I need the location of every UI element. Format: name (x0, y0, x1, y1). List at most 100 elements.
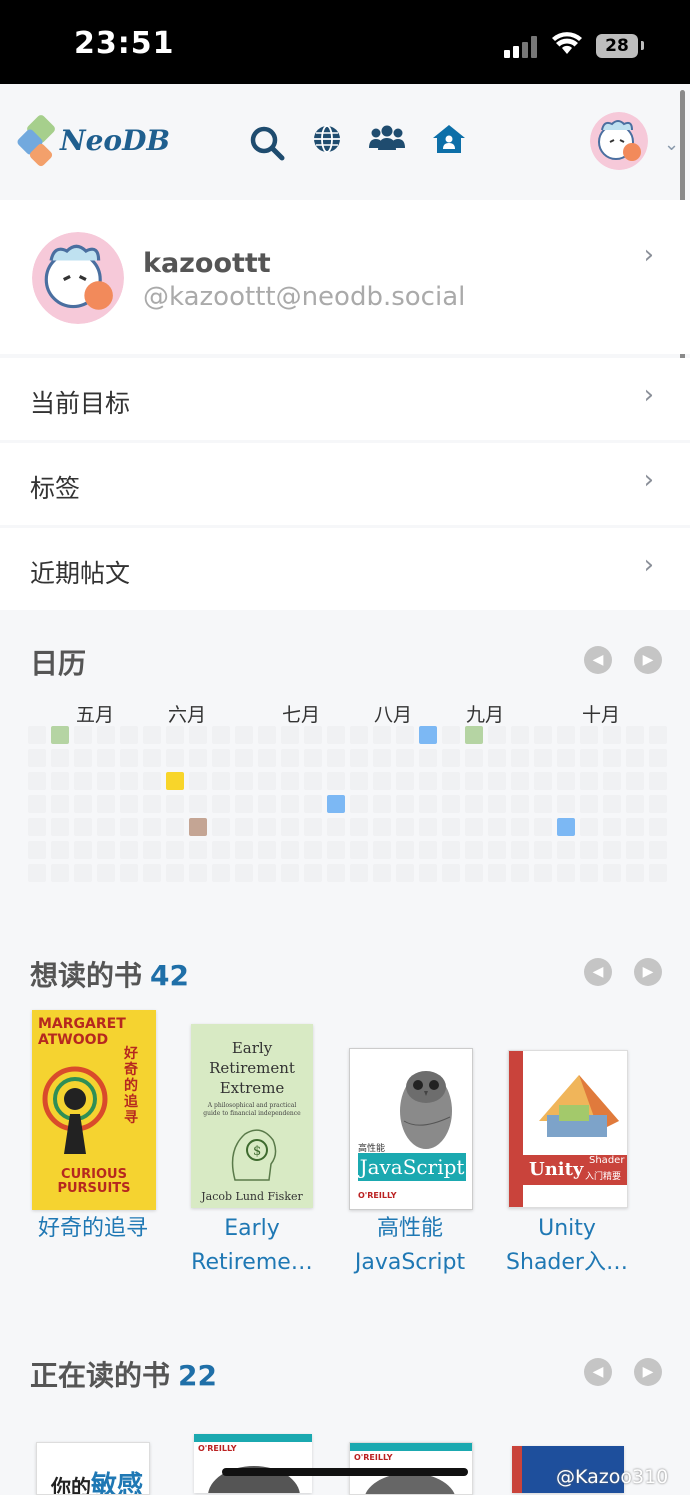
calendar-day-cell[interactable] (304, 864, 322, 882)
calendar-day-cell[interactable] (603, 864, 621, 882)
calendar-day-cell[interactable] (258, 749, 276, 767)
calendar-day-cell[interactable] (511, 749, 529, 767)
calendar-day-cell[interactable] (649, 749, 667, 767)
calendar-day-cell[interactable] (488, 818, 506, 836)
calendar-day-cell[interactable] (212, 818, 230, 836)
calendar-day-cell[interactable] (258, 772, 276, 790)
calendar-day-cell[interactable] (626, 726, 644, 744)
home-indicator[interactable] (222, 1468, 468, 1476)
calendar-day-cell[interactable] (488, 726, 506, 744)
calendar-day-cell[interactable] (258, 795, 276, 813)
calendar-day-cell[interactable] (212, 841, 230, 859)
calendar-day-cell[interactable] (511, 726, 529, 744)
calendar-day-cell[interactable] (28, 726, 46, 744)
calendar-day-cell[interactable] (649, 818, 667, 836)
calendar-day-cell[interactable] (143, 749, 161, 767)
calendar-day-cell[interactable] (350, 864, 368, 882)
calendar-day-cell[interactable] (626, 818, 644, 836)
calendar-day-cell[interactable] (442, 864, 460, 882)
want-to-read-prev-button[interactable]: ◀ (584, 958, 612, 986)
calendar-day-cell[interactable] (166, 818, 184, 836)
chevron-right-icon[interactable]: › (644, 240, 654, 270)
calendar-day-cell[interactable] (534, 749, 552, 767)
app-logo-text[interactable]: NeoDB (60, 124, 170, 157)
calendar-day-cell[interactable] (488, 841, 506, 859)
calendar-day-cell[interactable] (235, 795, 253, 813)
chevron-right-icon[interactable]: › (644, 465, 654, 495)
calendar-day-cell[interactable] (97, 772, 115, 790)
calendar-day-cell[interactable] (649, 726, 667, 744)
calendar-day-cell[interactable] (74, 864, 92, 882)
calendar-day-cell[interactable] (557, 818, 575, 836)
menu-item-tags[interactable]: 标签 › (0, 443, 690, 525)
calendar-day-cell[interactable] (189, 772, 207, 790)
calendar-day-cell[interactable] (626, 749, 644, 767)
calendar-day-cell[interactable] (212, 795, 230, 813)
calendar-day-cell[interactable] (350, 795, 368, 813)
calendar-day-cell[interactable] (28, 795, 46, 813)
calendar-day-cell[interactable] (235, 749, 253, 767)
calendar-day-cell[interactable] (51, 772, 69, 790)
calendar-day-cell[interactable] (396, 841, 414, 859)
calendar-day-cell[interactable] (350, 749, 368, 767)
calendar-day-cell[interactable] (235, 818, 253, 836)
calendar-day-cell[interactable] (442, 772, 460, 790)
calendar-day-cell[interactable] (143, 772, 161, 790)
reading-next-button[interactable]: ▶ (634, 1358, 662, 1386)
calendar-day-cell[interactable] (373, 772, 391, 790)
calendar-day-cell[interactable] (649, 772, 667, 790)
want-to-read-next-button[interactable]: ▶ (634, 958, 662, 986)
calendar-day-cell[interactable] (281, 795, 299, 813)
home-icon[interactable] (432, 124, 466, 154)
calendar-day-cell[interactable] (396, 864, 414, 882)
book-cover[interactable]: Unity Shader 入门精要 (508, 1050, 628, 1208)
calendar-day-cell[interactable] (580, 841, 598, 859)
calendar-day-cell[interactable] (534, 772, 552, 790)
calendar-day-cell[interactable] (649, 864, 667, 882)
book-title[interactable]: Early Retireme… (177, 1212, 327, 1280)
calendar-day-cell[interactable] (51, 749, 69, 767)
calendar-day-cell[interactable] (28, 749, 46, 767)
calendar-day-cell[interactable] (304, 772, 322, 790)
users-icon[interactable] (368, 124, 406, 154)
calendar-day-cell[interactable] (28, 772, 46, 790)
calendar-day-cell[interactable] (350, 772, 368, 790)
calendar-day-cell[interactable] (373, 841, 391, 859)
calendar-day-cell[interactable] (189, 749, 207, 767)
calendar-day-cell[interactable] (212, 726, 230, 744)
calendar-day-cell[interactable] (511, 772, 529, 790)
menu-item-recent-posts[interactable]: 近期帖文 › (0, 528, 690, 610)
profile-avatar[interactable] (32, 232, 124, 324)
calendar-day-cell[interactable] (304, 818, 322, 836)
calendar-day-cell[interactable] (649, 795, 667, 813)
calendar-day-cell[interactable] (580, 795, 598, 813)
calendar-day-cell[interactable] (235, 841, 253, 859)
calendar-day-cell[interactable] (327, 772, 345, 790)
calendar-day-cell[interactable] (28, 818, 46, 836)
calendar-day-cell[interactable] (304, 726, 322, 744)
calendar-day-cell[interactable] (419, 749, 437, 767)
neodb-logo-icon[interactable] (16, 112, 62, 170)
calendar-day-cell[interactable] (51, 864, 69, 882)
calendar-day-cell[interactable] (281, 772, 299, 790)
calendar-day-cell[interactable] (626, 841, 644, 859)
calendar-day-cell[interactable] (373, 818, 391, 836)
calendar-day-cell[interactable] (442, 749, 460, 767)
calendar-day-cell[interactable] (281, 841, 299, 859)
calendar-day-cell[interactable] (534, 864, 552, 882)
calendar-day-cell[interactable] (97, 726, 115, 744)
calendar-day-cell[interactable] (465, 841, 483, 859)
calendar-day-cell[interactable] (51, 818, 69, 836)
calendar-day-cell[interactable] (373, 864, 391, 882)
book-cover[interactable]: Early Retirement Extreme A philosophical… (191, 1024, 313, 1208)
calendar-day-cell[interactable] (74, 749, 92, 767)
calendar-day-cell[interactable] (143, 841, 161, 859)
chevron-right-icon[interactable]: › (644, 550, 654, 580)
calendar-day-cell[interactable] (120, 864, 138, 882)
calendar-day-cell[interactable] (373, 749, 391, 767)
calendar-day-cell[interactable] (97, 795, 115, 813)
calendar-day-cell[interactable] (143, 818, 161, 836)
chevron-down-icon[interactable]: ⌄ (664, 134, 679, 155)
calendar-day-cell[interactable] (281, 749, 299, 767)
calendar-day-cell[interactable] (235, 772, 253, 790)
